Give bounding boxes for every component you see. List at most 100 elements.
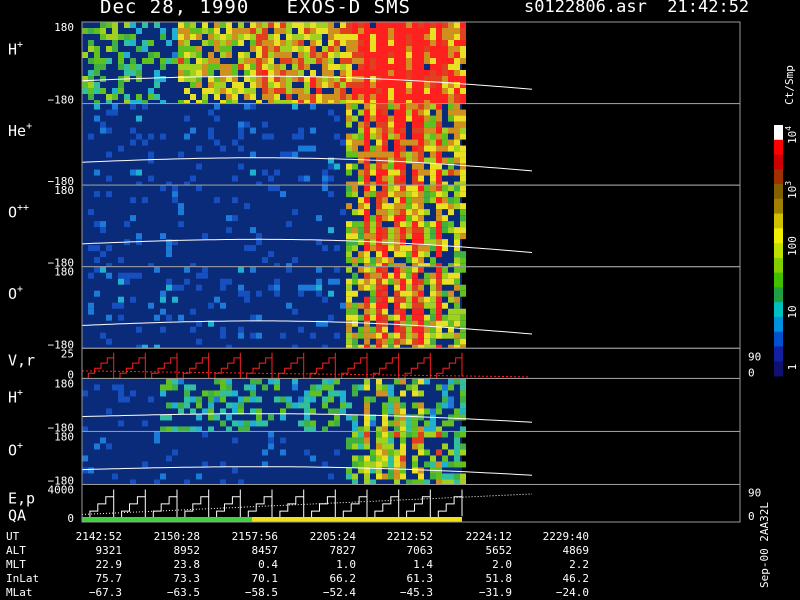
heatmap-cell (388, 203, 394, 210)
colorbar-segment (774, 184, 783, 200)
heatmap-cell (400, 390, 406, 397)
heatmap-cell (196, 185, 202, 192)
heatmap-cell (364, 100, 370, 104)
heatmap-cell (400, 100, 406, 104)
heatmap-cell (418, 22, 424, 28)
heatmap-cell (442, 133, 448, 140)
heatmap-cell (250, 70, 256, 76)
heatmap-cell (460, 408, 466, 415)
heatmap-cell (370, 263, 376, 267)
heatmap-cell (268, 82, 274, 88)
heatmap-cell (196, 284, 202, 291)
heatmap-cell (346, 443, 352, 450)
heatmap-cell (358, 169, 364, 176)
heatmap-cell (262, 133, 268, 140)
heatmap-cell (238, 332, 244, 339)
heatmap-cell (382, 52, 388, 58)
heatmap-cell (460, 157, 466, 164)
heatmap-cell (250, 169, 256, 176)
heatmap-cell (358, 239, 364, 246)
heatmap-cell (418, 437, 424, 444)
heatmap-cell (196, 28, 202, 34)
heatmap-cell (364, 82, 370, 88)
heatmap-cell (322, 169, 328, 176)
heatmap-cell (340, 76, 346, 82)
footer-value: 7827 (329, 544, 357, 557)
heatmap-cell (454, 94, 460, 100)
heatmap-cell (418, 227, 424, 234)
footer-row: UT 2142:52 2150:28 2157:56 2205:24 2212:52 222… (0, 530, 780, 544)
heatmap-cell (406, 115, 412, 122)
heatmap-cell (448, 449, 454, 456)
heatmap-cell (394, 473, 400, 480)
heatmap-cell (88, 209, 94, 216)
heatmap-cell (202, 28, 208, 34)
heatmap-cell (364, 402, 370, 409)
heatmap-cell (346, 191, 352, 198)
heatmap-cell (394, 431, 400, 438)
heatmap-cell (172, 28, 178, 34)
heatmap-cell (352, 245, 358, 252)
heatmap-cell (214, 103, 220, 110)
heatmap-cell (364, 70, 370, 76)
heatmap-cell (418, 257, 424, 264)
heatmap-cell (220, 34, 226, 40)
heatmap-cell (460, 151, 466, 158)
heatmap-cell (382, 408, 388, 415)
heatmap-cell (184, 402, 190, 409)
heatmap-cell (352, 308, 358, 315)
heatmap-cell (412, 266, 418, 273)
heatmap-cell (394, 70, 400, 76)
heatmap-cell (340, 22, 346, 28)
heatmap-cell (460, 221, 466, 228)
heatmap-cell (136, 100, 142, 104)
heatmap-cell (316, 94, 322, 100)
heatmap-cell (436, 40, 442, 46)
heatmap-cell (160, 384, 166, 391)
heatmap-cell (250, 151, 256, 158)
heatmap-cell (340, 64, 346, 70)
heatmap-cell (376, 82, 382, 88)
heatmap-cell (166, 251, 172, 258)
heatmap-cell (418, 326, 424, 333)
heatmap-cell (340, 70, 346, 76)
heatmap-cell (436, 284, 442, 291)
heatmap-cell (460, 251, 466, 258)
heatmap-cell (364, 109, 370, 116)
heatmap-cell (388, 461, 394, 468)
heatmap-cell (430, 272, 436, 279)
heatmap-cell (226, 414, 232, 421)
heatmap-cell (274, 70, 280, 76)
heatmap-cell (406, 314, 412, 321)
heatmap-cell (400, 58, 406, 64)
heatmap-cell (274, 76, 280, 82)
heatmap-cell (376, 115, 382, 122)
heatmap-cell (370, 52, 376, 58)
heatmap-cell (460, 257, 466, 264)
heatmap-cell (142, 139, 148, 146)
heatmap-cell (442, 181, 448, 186)
heatmap-cell (268, 64, 274, 70)
colorbar-segment (774, 125, 783, 141)
heatmap-cell (448, 157, 454, 164)
heatmap-cell (262, 420, 268, 427)
heatmap-cell (316, 28, 322, 34)
heatmap-cell (250, 22, 256, 28)
heatmap-cell (364, 473, 370, 480)
heatmap-cell (172, 402, 178, 409)
heatmap-cell (400, 239, 406, 246)
heatmap-cell (346, 70, 352, 76)
heatmap-cell (130, 215, 136, 222)
heatmap-cell (334, 82, 340, 88)
heatmap-cell (388, 115, 394, 122)
heatmap-cell (346, 76, 352, 82)
heatmap-cell (364, 157, 370, 164)
heatmap-cell (358, 437, 364, 444)
heatmap-cell (352, 185, 358, 192)
heatmap-cell (406, 266, 412, 273)
heatmap-cell (400, 431, 406, 438)
heatmap-cell (208, 402, 214, 409)
heatmap-cell (322, 245, 328, 252)
heatmap-cell (460, 88, 466, 94)
heatmap-cell (304, 390, 310, 397)
